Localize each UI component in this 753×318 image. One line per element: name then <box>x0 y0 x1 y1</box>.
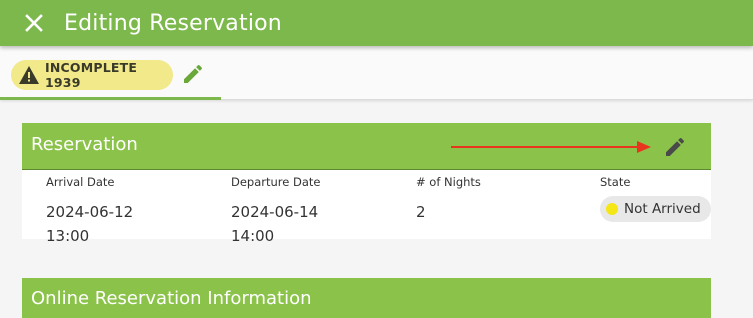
status-badge-label: INCOMPLETE 1939 <box>45 60 138 90</box>
reservation-card-title: Reservation <box>31 134 138 155</box>
tab-bar: INCOMPLETE 1939 <box>0 46 753 100</box>
pencil-icon[interactable] <box>663 135 687 159</box>
page-title: Editing Reservation <box>64 10 282 36</box>
state-chip: Not Arrived <box>600 196 711 222</box>
nights-field: # of Nights 2 <box>416 175 481 224</box>
nights-value: 2 <box>416 203 426 221</box>
status-badge[interactable]: INCOMPLETE 1939 <box>11 60 173 90</box>
arrival-date: 2024-06-12 <box>46 203 134 221</box>
arrival-date-field: Arrival Date 2024-06-12 13:00 <box>46 175 133 248</box>
close-button[interactable] <box>18 7 50 39</box>
arrival-date-label: Arrival Date <box>46 175 115 189</box>
departure-time: 14:00 <box>231 227 275 245</box>
nights-label: # of Nights <box>416 175 481 189</box>
departure-date-label: Departure Date <box>231 175 321 189</box>
app-bar: Editing Reservation <box>0 0 753 46</box>
warning-icon <box>19 65 39 85</box>
pencil-icon[interactable] <box>181 62 205 86</box>
content-area: Reservation Arrival Date 2024-06-12 13:0… <box>0 101 753 318</box>
departure-date-field: Departure Date 2024-06-14 14:00 <box>231 175 321 248</box>
online-reservation-card: Online Reservation Information <box>22 278 711 318</box>
state-label: State <box>600 175 631 189</box>
arrival-time: 13:00 <box>46 227 90 245</box>
annotation-arrow-head <box>637 141 651 153</box>
departure-date: 2024-06-14 <box>231 203 319 221</box>
arrival-date-value: 2024-06-12 13:00 <box>46 200 133 248</box>
tab-reservation-status[interactable]: INCOMPLETE 1939 <box>0 46 221 100</box>
departure-date-value: 2024-06-14 14:00 <box>231 200 321 248</box>
annotation-arrow-line <box>451 146 641 148</box>
online-reservation-title: Online Reservation Information <box>31 288 312 309</box>
state-value: Not Arrived <box>624 201 701 217</box>
annotation-arrow <box>451 141 651 155</box>
state-field: State Not Arrived <box>600 175 711 222</box>
close-icon <box>25 14 43 32</box>
state-dot-icon <box>606 203 618 215</box>
